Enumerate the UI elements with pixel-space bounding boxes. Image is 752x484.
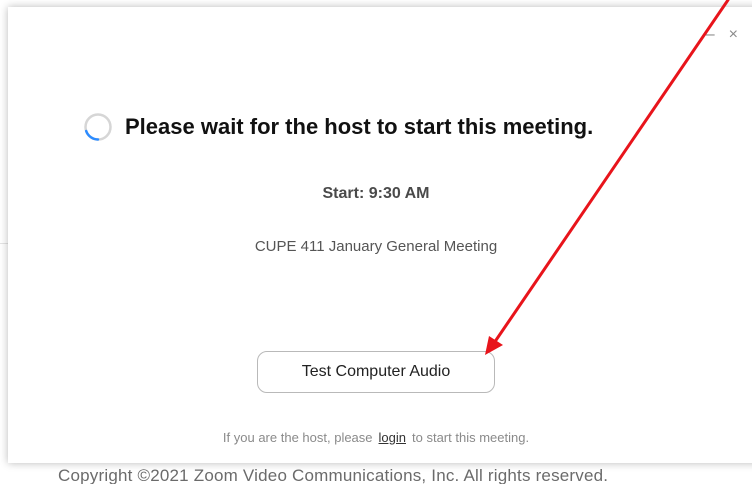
wait-message: Please wait for the host to start this m…: [125, 114, 594, 139]
zoom-waiting-screen: Copyright ©2021 Zoom Video Communication…: [0, 0, 752, 484]
meeting-start-time: Start: 9:30 AM: [322, 185, 430, 202]
minimize-icon[interactable]: –: [706, 27, 715, 43]
window-controls: – ×: [706, 27, 738, 43]
host-login-suffix: to start this meeting.: [412, 430, 530, 445]
close-icon[interactable]: ×: [729, 27, 738, 43]
waiting-dialog: – × Please wait for the host to start th…: [8, 7, 752, 463]
meeting-title: CUPE 411 January General Meeting: [254, 238, 498, 255]
loading-spinner-icon: [84, 113, 112, 141]
host-login-line: If you are the host, please login to start…: [0, 430, 752, 445]
test-computer-audio-button[interactable]: Test Computer Audio: [257, 351, 495, 393]
wait-message-row: Please wait for the host to start this m…: [83, 112, 593, 142]
host-login-link[interactable]: login: [379, 430, 406, 445]
background-copyright: Copyright ©2021 Zoom Video Communication…: [58, 466, 609, 484]
host-login-prefix: If you are the host, please: [222, 430, 373, 445]
